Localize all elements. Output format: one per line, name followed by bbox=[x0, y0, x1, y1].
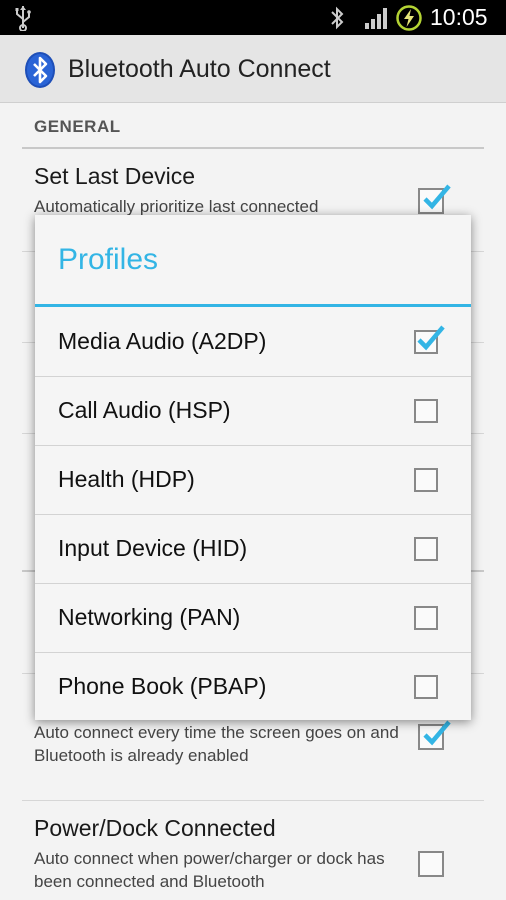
profile-checkbox[interactable] bbox=[414, 537, 438, 561]
status-bar: 10:05 bbox=[0, 0, 506, 35]
profile-item-hdp[interactable]: Health (HDP) bbox=[35, 446, 471, 515]
profile-label: Networking (PAN) bbox=[58, 604, 241, 630]
signal-icon bbox=[365, 8, 387, 29]
profile-checkbox[interactable] bbox=[414, 675, 438, 699]
profile-label: Input Device (HID) bbox=[58, 535, 248, 561]
profile-item-hsp[interactable]: Call Audio (HSP) bbox=[35, 377, 471, 446]
profile-label: Health (HDP) bbox=[58, 466, 195, 492]
dialog-title-divider bbox=[35, 304, 471, 307]
profile-checkbox[interactable] bbox=[414, 399, 438, 423]
profile-label: Call Audio (HSP) bbox=[58, 397, 231, 423]
action-bar: Bluetooth Auto Connect bbox=[0, 35, 506, 103]
profiles-dialog: Profiles Media Audio (A2DP) Call Audio (… bbox=[35, 215, 471, 720]
profile-checkbox[interactable] bbox=[414, 325, 445, 354]
clock: 10:05 bbox=[430, 4, 488, 30]
profile-item-hid[interactable]: Input Device (HID) bbox=[35, 515, 471, 584]
profile-label: Media Audio (A2DP) bbox=[58, 328, 267, 354]
profile-item-pan[interactable]: Networking (PAN) bbox=[35, 584, 471, 653]
profile-item-a2dp[interactable]: Media Audio (A2DP) bbox=[35, 308, 471, 377]
usb-icon bbox=[15, 6, 31, 31]
profile-item-pbap[interactable]: Phone Book (PBAP) bbox=[35, 653, 471, 722]
dialog-title: Profiles bbox=[58, 243, 159, 276]
bluetooth-icon bbox=[25, 52, 55, 88]
profile-checkbox[interactable] bbox=[414, 468, 438, 492]
checkmark-icon bbox=[417, 325, 445, 351]
bluetooth-icon bbox=[331, 6, 344, 30]
app-title: Bluetooth Auto Connect bbox=[68, 55, 331, 83]
battery-charging-icon bbox=[396, 5, 422, 31]
profile-label: Phone Book (PBAP) bbox=[58, 673, 267, 699]
profile-checkbox[interactable] bbox=[414, 606, 438, 630]
